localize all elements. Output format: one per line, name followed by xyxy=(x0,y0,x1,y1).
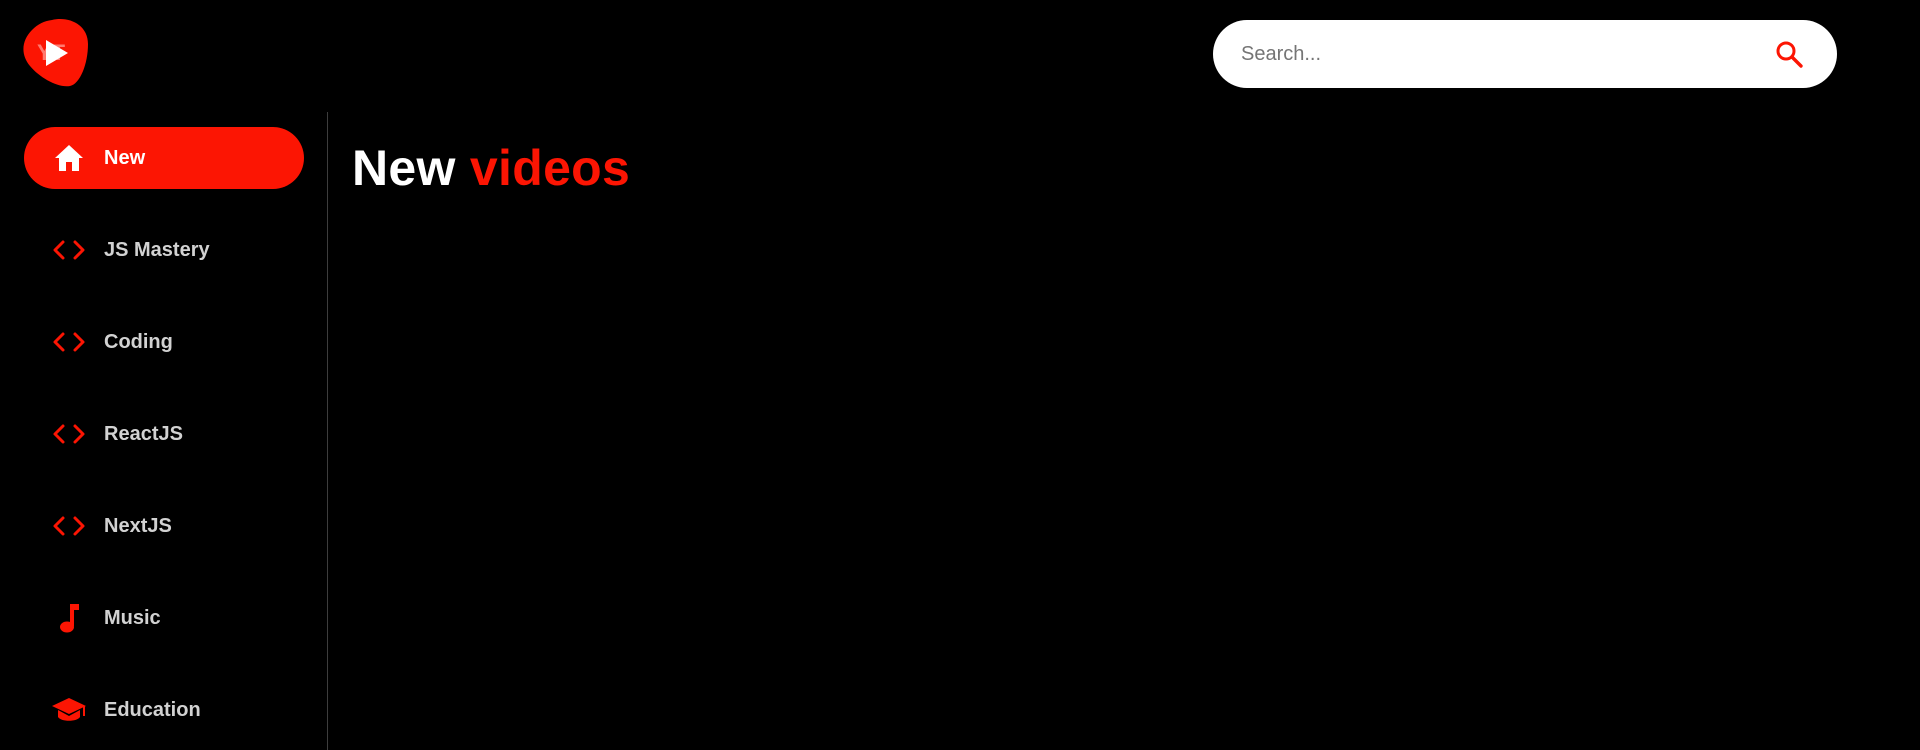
sidebar-item-label: NextJS xyxy=(104,514,172,537)
sidebar-item-label: New xyxy=(104,146,146,169)
page-title: New videos xyxy=(352,138,630,198)
app-root: YT New xyxy=(0,0,1920,750)
code-icon xyxy=(48,321,90,363)
sidebar-item-music[interactable]: Music xyxy=(24,587,304,649)
sidebar-item-coding[interactable]: Coding xyxy=(24,311,304,373)
sidebar-item-label: Education xyxy=(104,698,201,721)
code-icon xyxy=(48,413,90,455)
sidebar-item-label: JS Mastery xyxy=(104,238,210,261)
search-bar xyxy=(1213,20,1837,88)
sidebar-item-js-mastery[interactable]: JS Mastery xyxy=(24,219,304,281)
sidebar-item-label: Coding xyxy=(104,330,173,353)
page-title-part2: videos xyxy=(469,140,631,196)
page-title-part1: New xyxy=(352,140,456,196)
graduation-cap-icon xyxy=(48,689,90,731)
logo-link[interactable]: YT xyxy=(22,18,90,88)
music-note-icon xyxy=(48,597,90,639)
sidebar-item-label: Music xyxy=(104,606,161,629)
search-input[interactable] xyxy=(1213,20,1761,88)
code-icon xyxy=(48,505,90,547)
sidebar-item-label: ReactJS xyxy=(104,422,183,445)
sidebar-item-education[interactable]: Education xyxy=(24,679,304,741)
code-icon xyxy=(48,229,90,271)
home-icon xyxy=(48,137,90,179)
sidebar-item-nextjs[interactable]: NextJS xyxy=(24,495,304,557)
sidebar-item-reactjs[interactable]: ReactJS xyxy=(24,403,304,465)
search-button[interactable] xyxy=(1761,26,1817,82)
sidebar-item-new[interactable]: New xyxy=(24,127,304,189)
search-icon xyxy=(1776,41,1803,68)
play-logo-icon: YT xyxy=(23,19,89,87)
sidebar: New JS Mastery Coding ReactJS NextJS Mus… xyxy=(0,112,328,750)
